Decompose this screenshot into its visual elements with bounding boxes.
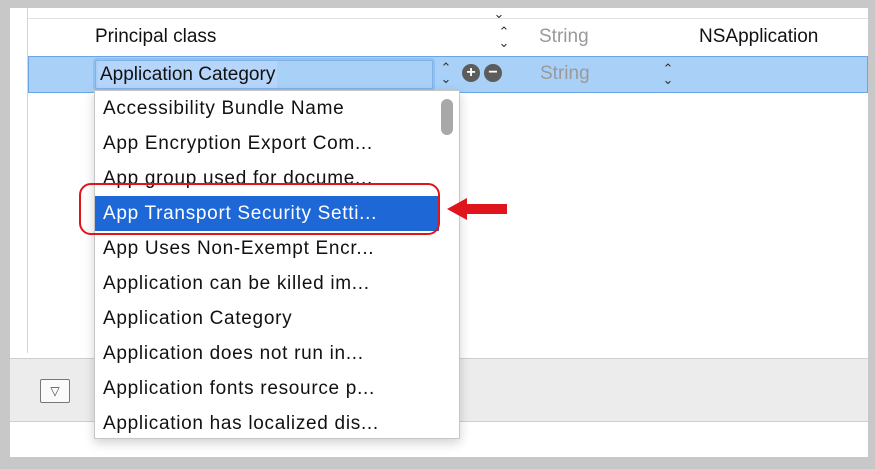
triangle-down-icon[interactable]: ▽ [40, 379, 70, 403]
popup-item[interactable]: Application can be killed im... [95, 266, 439, 301]
plus-circle-icon[interactable]: + [462, 64, 480, 82]
popup-item[interactable]: Application fonts resource p... [95, 371, 439, 406]
popup-scrollbar[interactable] [441, 99, 453, 135]
row-value[interactable]: NSApplication [699, 20, 818, 54]
row-key: Principal class [95, 26, 217, 47]
row-type[interactable]: String [539, 20, 589, 54]
popup-item[interactable]: Application Category [95, 301, 439, 336]
up-down-chevron-icon[interactable]: ⌃ ⌄ [439, 61, 453, 85]
popup-item[interactable]: App Encryption Export Com... [95, 126, 439, 161]
chevron-down-icon[interactable]: ⌄ [492, 8, 506, 20]
plist-row-selected[interactable]: Application Category ⌃ ⌄ + − String ⌃ ⌄ [28, 56, 868, 93]
key-combobox-value[interactable]: Application Category [98, 61, 278, 88]
key-combobox[interactable]: Application Category [95, 60, 433, 89]
key-suggestions-popup[interactable]: Accessibility Bundle Name App Encryption… [94, 90, 460, 439]
red-arrow-icon [447, 198, 507, 220]
popup-item[interactable]: App Uses Non-Exempt Encr... [95, 231, 439, 266]
popup-item[interactable]: Application has localized dis... [95, 406, 439, 438]
up-down-chevron-icon[interactable]: ⌃ ⌄ [497, 25, 511, 49]
plist-row-principal-class[interactable]: Principal class ⌃ ⌄ String NSApplication [28, 20, 868, 54]
row-type[interactable]: String [540, 57, 590, 91]
top-divider [27, 18, 868, 19]
plist-editor: ⌄ Principal class ⌃ ⌄ String NSApplicatio… [10, 8, 868, 457]
annotation-highlight-box [79, 183, 440, 235]
up-down-chevron-icon[interactable]: ⌃ ⌄ [661, 62, 675, 86]
popup-item[interactable]: Accessibility Bundle Name [95, 91, 439, 126]
minus-circle-icon[interactable]: − [484, 64, 502, 82]
popup-item[interactable]: Application does not run in... [95, 336, 439, 371]
